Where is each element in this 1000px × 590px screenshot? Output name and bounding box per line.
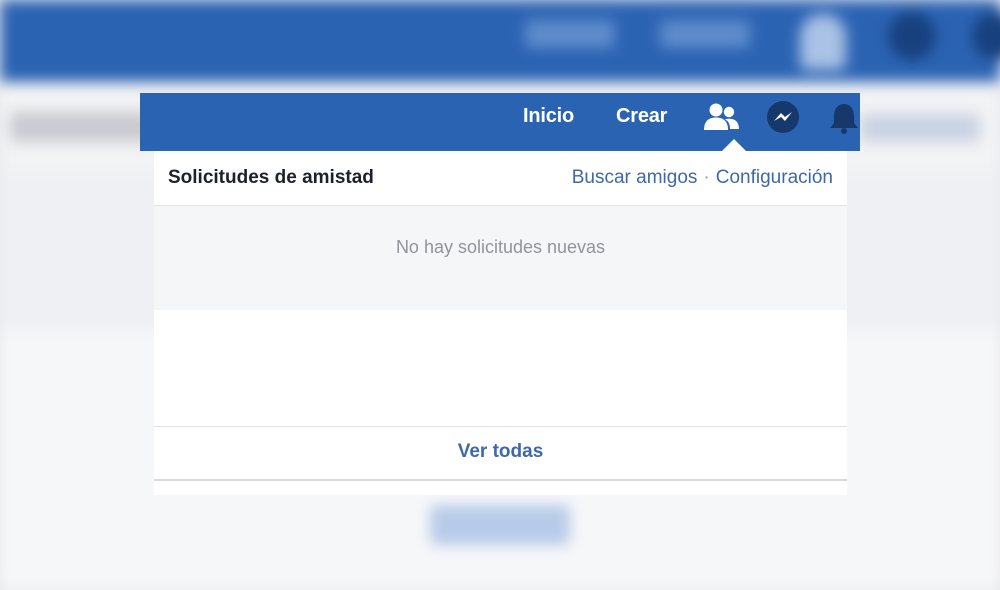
background-icon-blur	[888, 12, 936, 60]
background-nav-blur	[525, 20, 615, 48]
background-top-bar	[0, 0, 1000, 82]
no-requests-message: No hay solicitudes nuevas	[395, 237, 606, 257]
notifications-bell-icon[interactable]	[824, 98, 860, 138]
background-friends-icon-blur	[800, 14, 846, 70]
dropdown-header-links: Buscar amigos · Configuración	[572, 167, 833, 189]
nav-create-link[interactable]: Crear	[616, 103, 667, 129]
nav-home-link[interactable]: Inicio	[523, 103, 574, 129]
dropdown-caret	[722, 139, 746, 151]
friend-requests-title: Solicitudes de amistad	[168, 167, 374, 188]
friend-requests-dropdown: Solicitudes de amistad Buscar amigos · Con…	[154, 139, 847, 495]
background-nav-blur	[660, 20, 750, 48]
dropdown-content-area	[154, 310, 847, 427]
settings-link[interactable]: Configuración	[716, 167, 833, 188]
background-title-blur	[10, 112, 160, 142]
empty-requests-area: No hay solicitudes nuevas	[154, 206, 847, 310]
background-button-blur	[430, 505, 570, 545]
top-navigation-bar: Inicio Crear	[140, 93, 860, 151]
friends-icon[interactable]	[702, 98, 742, 138]
link-separator: ·	[703, 167, 710, 188]
find-friends-link[interactable]: Buscar amigos	[572, 167, 698, 188]
messenger-icon[interactable]	[763, 98, 803, 138]
dropdown-header: Solicitudes de amistad Buscar amigos · Con…	[154, 151, 847, 206]
background-link-blur	[860, 114, 980, 142]
see-all-link[interactable]: Ver todas	[154, 441, 847, 463]
dropdown-footer: Ver todas	[154, 427, 847, 481]
friend-requests-panel: Inicio Crear Solicitudes de amistad Busc…	[140, 93, 860, 495]
